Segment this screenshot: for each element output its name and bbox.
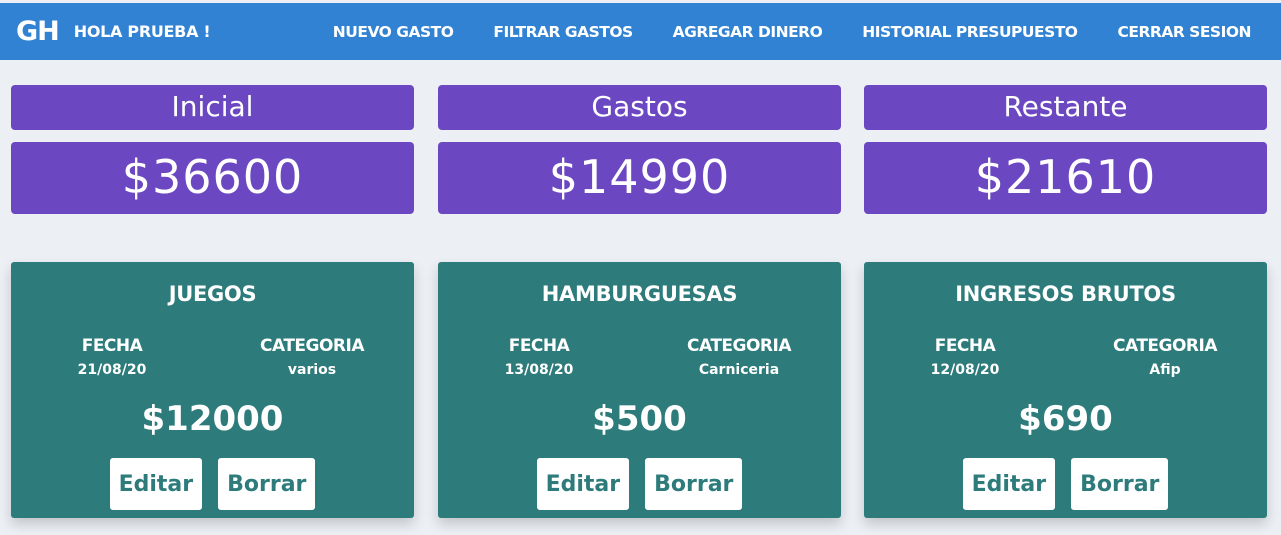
nav-link-filtrar-gastos[interactable]: FILTRAR GASTOS bbox=[493, 23, 633, 41]
delete-button[interactable]: Borrar bbox=[645, 458, 743, 510]
nav-link-cerrar-sesion[interactable]: CERRAR SESION bbox=[1118, 23, 1252, 41]
user-greeting: HOLA PRUEBA ! bbox=[73, 22, 211, 41]
nav-link-historial-presupuesto[interactable]: HISTORIAL PRESUPUESTO bbox=[862, 23, 1078, 41]
nav-link-nuevo-gasto[interactable]: NUEVO GASTO bbox=[333, 23, 454, 41]
brand-logo[interactable]: GH bbox=[16, 16, 60, 47]
summary-restante: Restante $21610 bbox=[864, 85, 1267, 214]
summary-gastos: Gastos $14990 bbox=[438, 85, 841, 214]
summary-label: Restante bbox=[864, 85, 1267, 130]
summary-value: $21610 bbox=[864, 142, 1267, 214]
expense-categoria: CATEGORIA Carniceria bbox=[659, 336, 819, 378]
expense-categoria: CATEGORIA varios bbox=[232, 336, 392, 378]
expense-card: JUEGOS FECHA 21/08/20 CATEGORIA varios $… bbox=[11, 262, 414, 518]
expense-card: HAMBURGUESAS FECHA 13/08/20 CATEGORIA Ca… bbox=[438, 262, 841, 518]
expense-fecha: FECHA 21/08/20 bbox=[32, 336, 192, 378]
expense-card: INGRESOS BRUTOS FECHA 12/08/20 CATEGORIA… bbox=[864, 262, 1267, 518]
fecha-label: FECHA bbox=[934, 336, 996, 356]
summary-label: Gastos bbox=[438, 85, 841, 130]
categoria-label: CATEGORIA bbox=[1113, 336, 1218, 356]
expense-amount: $12000 bbox=[141, 399, 284, 439]
edit-button[interactable]: Editar bbox=[962, 458, 1056, 510]
expense-title: JUEGOS bbox=[168, 282, 257, 306]
fecha-label: FECHA bbox=[508, 336, 570, 356]
edit-button[interactable]: Editar bbox=[536, 458, 630, 510]
categoria-value: Afip bbox=[1149, 362, 1181, 378]
summary-label: Inicial bbox=[11, 85, 414, 130]
expense-categoria: CATEGORIA Afip bbox=[1085, 336, 1245, 378]
navbar: GH HOLA PRUEBA ! NUEVO GASTO FILTRAR GAS… bbox=[0, 3, 1281, 60]
categoria-label: CATEGORIA bbox=[260, 336, 365, 356]
expense-title: HAMBURGUESAS bbox=[541, 282, 738, 306]
fecha-value: 21/08/20 bbox=[77, 362, 147, 378]
fecha-value: 13/08/20 bbox=[504, 362, 574, 378]
summary-value: $14990 bbox=[438, 142, 841, 214]
expense-title: INGRESOS BRUTOS bbox=[955, 282, 1176, 306]
expense-fecha: FECHA 12/08/20 bbox=[885, 336, 1045, 378]
fecha-label: FECHA bbox=[81, 336, 143, 356]
summary-inicial: Inicial $36600 bbox=[11, 85, 414, 214]
nav-link-agregar-dinero[interactable]: AGREGAR DINERO bbox=[673, 23, 823, 41]
expense-actions: Editar Borrar bbox=[864, 458, 1267, 510]
categoria-value: Carniceria bbox=[698, 362, 780, 378]
expense-amount: $500 bbox=[592, 399, 687, 439]
summary-value: $36600 bbox=[11, 142, 414, 214]
categoria-value: varios bbox=[287, 362, 337, 378]
delete-button[interactable]: Borrar bbox=[218, 458, 316, 510]
expense-fecha: FECHA 13/08/20 bbox=[459, 336, 619, 378]
nav-links: NUEVO GASTO FILTRAR GASTOS AGREGAR DINER… bbox=[333, 3, 1281, 60]
delete-button[interactable]: Borrar bbox=[1071, 458, 1169, 510]
categoria-label: CATEGORIA bbox=[687, 336, 792, 356]
expense-actions: Editar Borrar bbox=[11, 458, 414, 510]
expense-actions: Editar Borrar bbox=[438, 458, 841, 510]
expense-amount: $690 bbox=[1018, 399, 1113, 439]
fecha-value: 12/08/20 bbox=[930, 362, 1000, 378]
edit-button[interactable]: Editar bbox=[109, 458, 203, 510]
